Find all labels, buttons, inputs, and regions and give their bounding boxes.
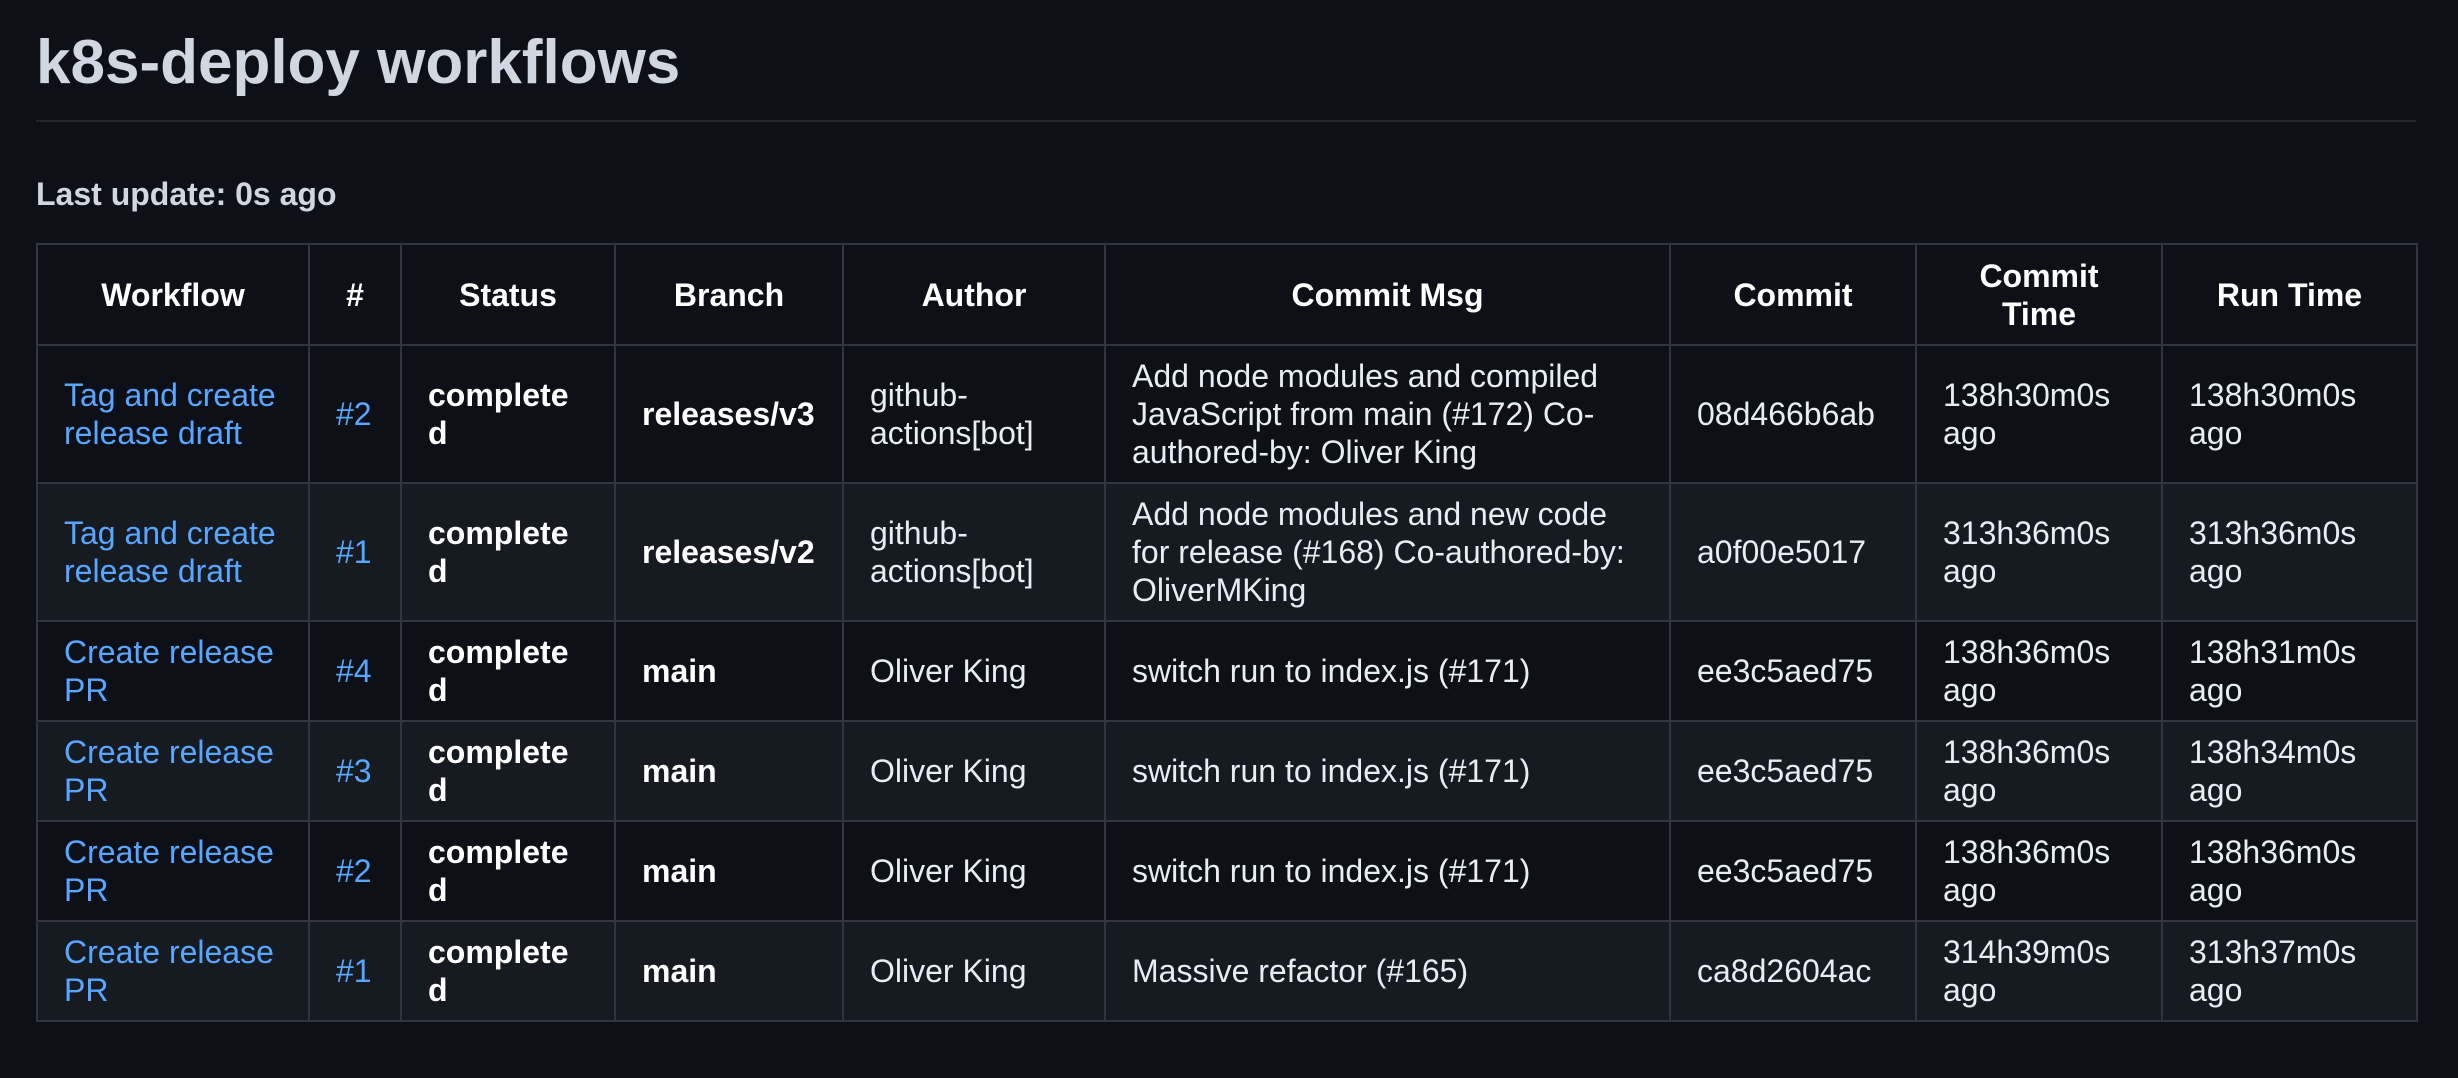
branch-cell: main xyxy=(614,720,844,822)
commit-msg-cell: switch run to index.js (#171) xyxy=(1104,720,1671,822)
author-cell: github-actions[bot] xyxy=(842,482,1106,622)
run-number-link[interactable]: #2 xyxy=(336,396,372,432)
header-workflow: Workflow xyxy=(36,243,310,346)
author-cell: Oliver King xyxy=(842,920,1106,1022)
commit-sha-cell: ee3c5aed75 xyxy=(1669,820,1917,922)
page-title: k8s-deploy workflows xyxy=(36,28,681,97)
run-number-cell: #2 xyxy=(308,820,402,922)
status-cell: completed xyxy=(400,720,616,822)
commit-time-cell: 138h36m0s ago xyxy=(1915,820,2163,922)
branch-cell: releases/v2 xyxy=(614,482,844,622)
run-number-cell: #1 xyxy=(308,920,402,1022)
run-time-cell: 138h34m0s ago xyxy=(2161,720,2418,822)
run-number-cell: #1 xyxy=(308,482,402,622)
commit-msg-cell: switch run to index.js (#171) xyxy=(1104,820,1671,922)
workflow-link[interactable]: Tag and create release draft xyxy=(64,515,276,589)
run-number-link[interactable]: #3 xyxy=(336,753,372,789)
branch-cell: main xyxy=(614,620,844,722)
header-author: Author xyxy=(842,243,1106,346)
header-run-time: Run Time xyxy=(2161,243,2418,346)
workflow-link[interactable]: Create release PR xyxy=(64,934,274,1008)
workflow-link[interactable]: Create release PR xyxy=(64,834,274,908)
commit-sha-cell: a0f00e5017 xyxy=(1669,482,1917,622)
branch-cell: main xyxy=(614,820,844,922)
table-row: Create release PR #2 completed main Oliv… xyxy=(36,820,2418,922)
workflow-cell: Tag and create release draft xyxy=(36,482,310,622)
table-row: Create release PR #3 completed main Oliv… xyxy=(36,720,2418,822)
commit-time-cell: 138h36m0s ago xyxy=(1915,720,2163,822)
run-time-cell: 313h36m0s ago xyxy=(2161,482,2418,622)
table-row: Tag and create release draft #2 complete… xyxy=(36,344,2418,484)
author-cell: github-actions[bot] xyxy=(842,344,1106,484)
workflow-cell: Create release PR xyxy=(36,620,310,722)
run-time-cell: 138h30m0s ago xyxy=(2161,344,2418,484)
last-update-text: Last update: 0s ago xyxy=(36,176,337,212)
status-cell: completed xyxy=(400,482,616,622)
branch-cell: releases/v3 xyxy=(614,344,844,484)
run-number-link[interactable]: #1 xyxy=(336,953,372,989)
table-row: Tag and create release draft #1 complete… xyxy=(36,482,2418,622)
commit-time-cell: 314h39m0s ago xyxy=(1915,920,2163,1022)
workflow-cell: Tag and create release draft xyxy=(36,344,310,484)
commit-sha-cell: ca8d2604ac xyxy=(1669,920,1917,1022)
commit-msg-cell: switch run to index.js (#171) xyxy=(1104,620,1671,722)
commit-time-cell: 138h30m0s ago xyxy=(1915,344,2163,484)
header-number: # xyxy=(308,243,402,346)
commit-time-cell: 138h36m0s ago xyxy=(1915,620,2163,722)
header-branch: Branch xyxy=(614,243,844,346)
workflow-link[interactable]: Create release PR xyxy=(64,634,274,708)
header-commit-time: Commit Time xyxy=(1915,243,2163,346)
commit-sha-cell: ee3c5aed75 xyxy=(1669,720,1917,822)
commit-msg-cell: Massive refactor (#165) xyxy=(1104,920,1671,1022)
commit-sha-cell: 08d466b6ab xyxy=(1669,344,1917,484)
commit-msg-cell: Add node modules and compiled JavaScript… xyxy=(1104,344,1671,484)
header-status: Status xyxy=(400,243,616,346)
page-container: k8s-deploy workflows Last update: 0s ago… xyxy=(36,0,2418,1022)
header-commit: Commit xyxy=(1669,243,1917,346)
status-cell: completed xyxy=(400,620,616,722)
run-time-cell: 138h31m0s ago xyxy=(2161,620,2418,722)
workflow-cell: Create release PR xyxy=(36,920,310,1022)
branch-cell: main xyxy=(614,920,844,1022)
workflow-link[interactable]: Create release PR xyxy=(64,734,274,808)
run-number-link[interactable]: #2 xyxy=(336,853,372,889)
author-cell: Oliver King xyxy=(842,720,1106,822)
workflow-link[interactable]: Tag and create release draft xyxy=(64,377,276,451)
table-row: Create release PR #4 completed main Oliv… xyxy=(36,620,2418,722)
title-divider xyxy=(36,120,2416,122)
workflows-table: Workflow # Status Branch Author Commit M… xyxy=(36,243,2418,1022)
run-number-cell: #2 xyxy=(308,344,402,484)
commit-sha-cell: ee3c5aed75 xyxy=(1669,620,1917,722)
run-time-cell: 138h36m0s ago xyxy=(2161,820,2418,922)
run-number-cell: #4 xyxy=(308,620,402,722)
run-time-cell: 313h37m0s ago xyxy=(2161,920,2418,1022)
workflow-cell: Create release PR xyxy=(36,820,310,922)
author-cell: Oliver King xyxy=(842,820,1106,922)
status-cell: completed xyxy=(400,344,616,484)
status-cell: completed xyxy=(400,920,616,1022)
run-number-cell: #3 xyxy=(308,720,402,822)
header-commit-msg: Commit Msg xyxy=(1104,243,1671,346)
author-cell: Oliver King xyxy=(842,620,1106,722)
status-cell: completed xyxy=(400,820,616,922)
run-number-link[interactable]: #1 xyxy=(336,534,372,570)
commit-msg-cell: Add node modules and new code for releas… xyxy=(1104,482,1671,622)
commit-time-cell: 313h36m0s ago xyxy=(1915,482,2163,622)
table-row: Create release PR #1 completed main Oliv… xyxy=(36,920,2418,1022)
run-number-link[interactable]: #4 xyxy=(336,653,372,689)
workflow-cell: Create release PR xyxy=(36,720,310,822)
table-header-row: Workflow # Status Branch Author Commit M… xyxy=(36,243,2418,346)
